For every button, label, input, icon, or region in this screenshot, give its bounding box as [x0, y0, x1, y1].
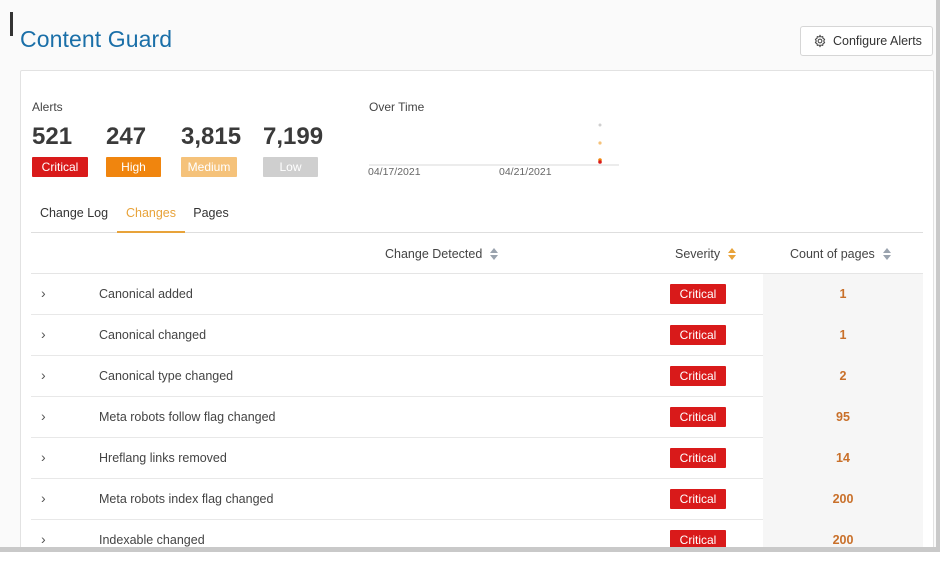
tab-pages[interactable]: Pages — [187, 202, 235, 233]
table-row[interactable]: › Meta robots index flag changed Critica… — [31, 479, 923, 520]
stat-medium[interactable]: 3,815 Medium — [181, 122, 241, 177]
app-window: Content Guard Configure Alerts Alerts 52… — [0, 0, 940, 552]
severity-badge: Critical — [670, 448, 726, 468]
gear-icon — [814, 34, 826, 48]
change-name: Meta robots index flag changed — [99, 492, 274, 506]
severity-badge: Critical — [670, 530, 726, 547]
sort-icon[interactable] — [490, 247, 499, 260]
severity-badge: Critical — [670, 325, 726, 345]
table-row[interactable]: › Canonical added Critical 1 — [31, 274, 923, 315]
stat-critical[interactable]: 521 Critical — [32, 122, 88, 177]
stat-high[interactable]: 247 High — [106, 122, 161, 177]
column-change-detected[interactable]: Change Detected — [385, 233, 499, 274]
tab-bar: Change Log Changes Pages — [31, 202, 923, 233]
severity-badge: Critical — [670, 407, 726, 427]
stat-medium-value: 3,815 — [181, 123, 242, 150]
alerts-card: Alerts 521 Critical 247 High 3,815 Mediu… — [20, 70, 934, 547]
configure-alerts-label: Configure Alerts — [833, 34, 922, 48]
window-edge-marker — [10, 12, 13, 36]
table-row[interactable]: › Meta robots follow flag changed Critic… — [31, 397, 923, 438]
stat-critical-value: 521 — [32, 123, 73, 150]
high-badge: High — [106, 157, 161, 177]
table-row[interactable]: › Indexable changed Critical 200 — [31, 520, 923, 547]
over-time-heading: Over Time — [369, 100, 425, 114]
page-count[interactable]: 1 — [763, 328, 923, 342]
change-name: Canonical type changed — [99, 369, 234, 383]
alerts-heading: Alerts — [32, 100, 63, 114]
chevron-right-icon[interactable]: › — [41, 490, 46, 506]
change-name: Hreflang links removed — [99, 451, 227, 465]
chevron-right-icon[interactable]: › — [41, 531, 46, 547]
tab-change-log[interactable]: Change Log — [31, 202, 117, 233]
chart-point-low — [598, 123, 602, 127]
chevron-right-icon[interactable]: › — [41, 408, 46, 424]
chart-date-start: 04/17/2021 — [368, 166, 421, 178]
stat-low-value: 7,199 — [263, 123, 324, 150]
column-change-detected-label: Change Detected — [385, 246, 483, 261]
column-severity[interactable]: Severity — [675, 233, 737, 274]
change-name: Canonical added — [99, 287, 193, 301]
chevron-right-icon[interactable]: › — [41, 285, 46, 301]
change-name: Meta robots follow flag changed — [99, 410, 276, 424]
page-count[interactable]: 2 — [763, 369, 923, 383]
change-name: Indexable changed — [99, 533, 205, 547]
chart-point-critical — [598, 160, 602, 164]
configure-alerts-button[interactable]: Configure Alerts — [800, 26, 933, 56]
over-time-chart — [369, 123, 619, 166]
critical-badge: Critical — [32, 157, 88, 177]
sort-icon[interactable] — [882, 247, 891, 260]
column-count-label: Count of pages — [790, 246, 875, 261]
page-count[interactable]: 200 — [763, 533, 923, 547]
medium-badge: Medium — [181, 157, 237, 177]
page-title: Content Guard — [20, 26, 173, 52]
stat-low[interactable]: 7,199 Low — [263, 122, 323, 177]
table-row[interactable]: › Canonical type changed Critical 2 — [31, 356, 923, 397]
page-count[interactable]: 14 — [763, 451, 923, 465]
chart-date-end: 04/21/2021 — [499, 166, 552, 178]
column-severity-label: Severity — [675, 246, 721, 261]
severity-badge: Critical — [670, 366, 726, 386]
page-count[interactable]: 1 — [763, 287, 923, 301]
table-row[interactable]: › Canonical changed Critical 1 — [31, 315, 923, 356]
page-count[interactable]: 200 — [763, 492, 923, 506]
chevron-right-icon[interactable]: › — [41, 326, 46, 342]
tab-changes[interactable]: Changes — [117, 202, 185, 233]
chevron-right-icon[interactable]: › — [41, 367, 46, 383]
severity-badge: Critical — [670, 489, 726, 509]
table-row[interactable]: › Hreflang links removed Critical 14 — [31, 438, 923, 479]
severity-badge: Critical — [670, 284, 726, 304]
sort-active-icon[interactable] — [728, 247, 737, 260]
column-count-of-pages[interactable]: Count of pages — [790, 233, 891, 274]
page-count[interactable]: 95 — [763, 410, 923, 424]
stat-high-value: 247 — [106, 123, 147, 150]
changes-table-body: › Canonical added Critical 1 › Canonical… — [31, 274, 923, 547]
chart-point-medium — [598, 141, 602, 145]
low-badge: Low — [263, 157, 318, 177]
table-header: Change Detected Severity Count of pages — [31, 233, 923, 274]
chevron-right-icon[interactable]: › — [41, 449, 46, 465]
change-name: Canonical changed — [99, 328, 207, 342]
